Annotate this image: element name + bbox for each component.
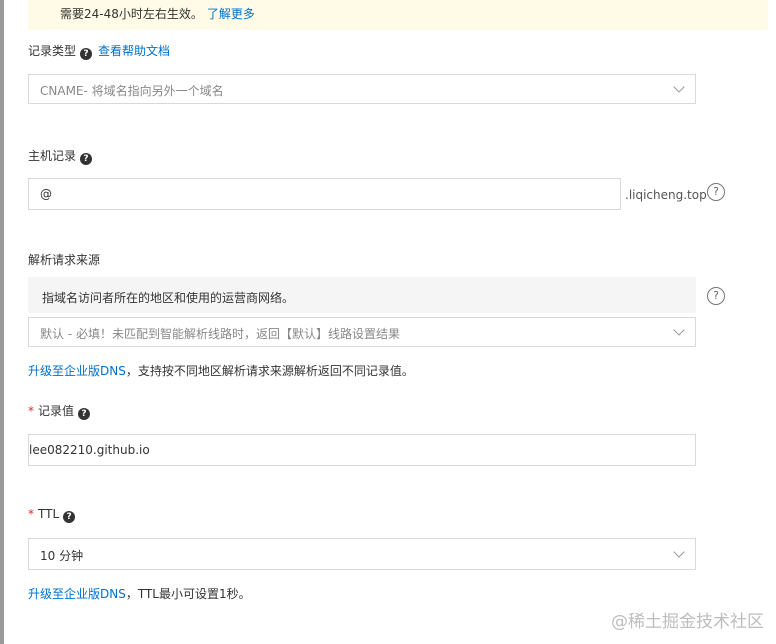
record-value-label: * 记录值?	[28, 402, 91, 420]
source-tip-text: 指域名访问者所在的地区和使用的运营商网络。	[42, 291, 295, 305]
notice-banner: 需要24-48小时左右生效。 了解更多	[28, 0, 768, 30]
left-border-strip	[0, 0, 4, 644]
record-value-input[interactable]: lee082210.github.io	[28, 434, 696, 466]
record-type-select[interactable]: CNAME- 将域名指向另外一个域名	[28, 74, 696, 104]
chevron-down-icon	[673, 546, 685, 558]
notice-text: 需要24-48小时左右生效。 了解更多	[60, 7, 255, 21]
ttl-upgrade-note: 升级至企业版DNS，TTL最小可设置1秒。	[28, 587, 251, 601]
required-mark: *	[28, 404, 34, 418]
source-value: 默认 - 必填！未匹配到智能解析线路时，返回【默认】线路设置结果	[40, 327, 400, 341]
ttl-value: 10 分钟	[40, 549, 84, 563]
record-type-value: CNAME- 将域名指向另外一个域名	[40, 84, 224, 98]
source-select[interactable]: 默认 - 必填！未匹配到智能解析线路时，返回【默认】线路设置结果	[28, 317, 696, 347]
upgrade-dns-link[interactable]: 升级至企业版DNS	[28, 364, 126, 378]
record-type-label: 记录类型? 查看帮助文档	[28, 44, 171, 60]
host-value: @	[40, 187, 52, 201]
host-input[interactable]: @	[28, 178, 621, 210]
chevron-down-icon	[673, 324, 685, 336]
source-upgrade-note: 升级至企业版DNS，支持按不同地区解析请求来源解析返回不同记录值。	[28, 364, 414, 378]
watermark: @稀土掘金技术社区	[611, 612, 764, 632]
source-tip-box: 指域名访问者所在的地区和使用的运营商网络。	[28, 277, 696, 313]
chevron-down-icon	[673, 81, 685, 93]
upgrade-dns-link[interactable]: 升级至企业版DNS	[28, 587, 126, 601]
question-circle-icon[interactable]: ?	[707, 183, 725, 201]
learn-more-link[interactable]: 了解更多	[207, 7, 255, 21]
required-mark: *	[28, 507, 34, 521]
help-question-icon[interactable]: ?	[63, 511, 76, 523]
record-value-text: lee082210.github.io	[29, 443, 150, 457]
help-question-icon[interactable]: ?	[80, 153, 93, 165]
ttl-label: * TTL?	[28, 507, 76, 523]
help-question-icon[interactable]: ?	[78, 408, 91, 420]
help-question-icon[interactable]: ?	[80, 48, 93, 60]
domain-suffix: .liqicheng.top	[625, 188, 707, 202]
host-label: 主机记录?	[28, 147, 93, 165]
question-circle-icon[interactable]: ?	[707, 287, 725, 305]
ttl-select[interactable]: 10 分钟	[28, 538, 696, 570]
help-doc-link[interactable]: 查看帮助文档	[98, 44, 170, 58]
source-label: 解析请求来源	[28, 253, 101, 267]
